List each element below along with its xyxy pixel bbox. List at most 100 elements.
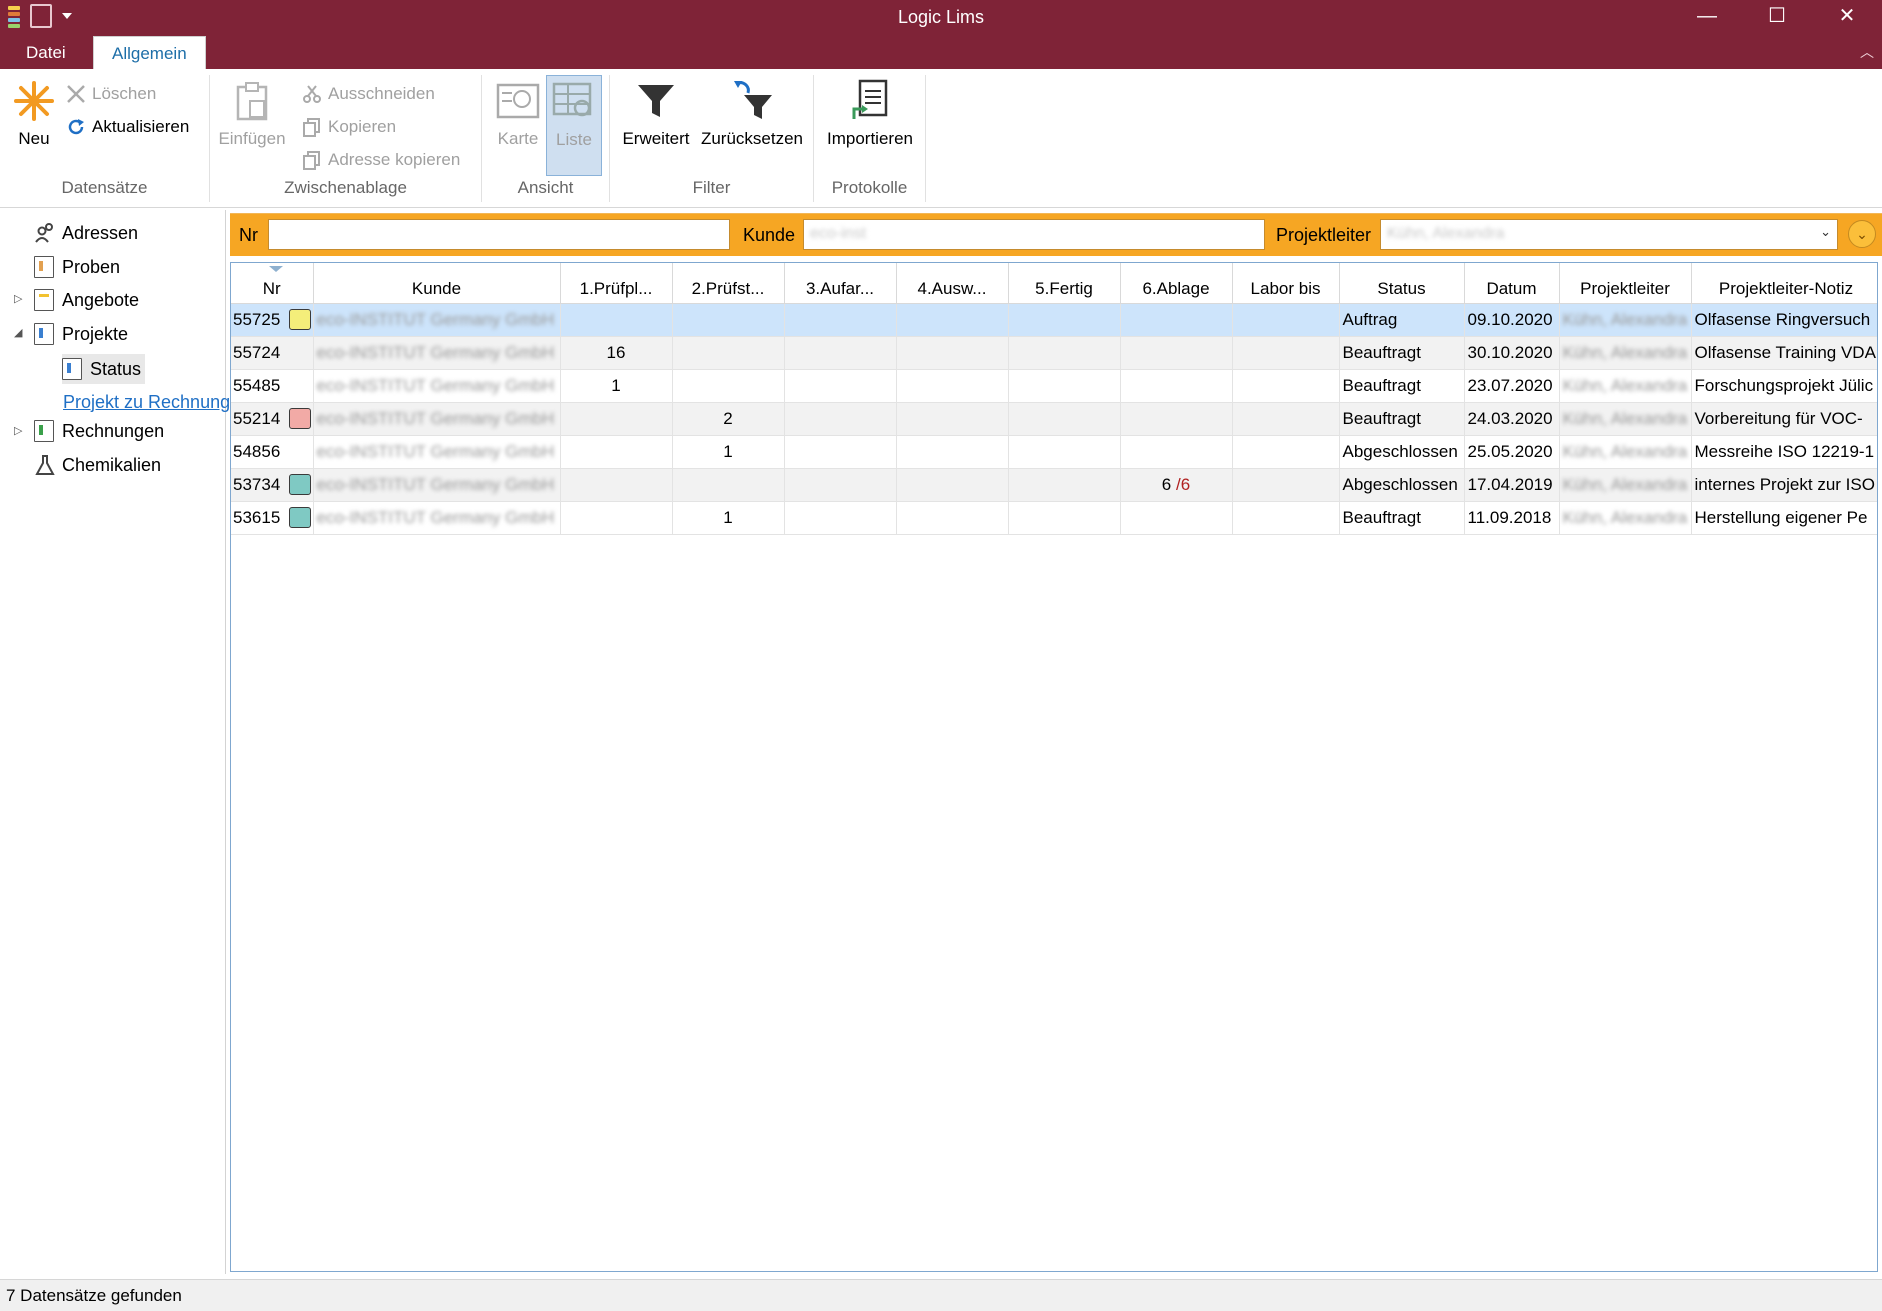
cell-auswertung[interactable] [896, 336, 1009, 370]
cell-pruefstart[interactable] [672, 336, 785, 370]
expand-angebote-icon[interactable]: ▷ [14, 292, 22, 305]
filter-nr-input[interactable] [268, 219, 730, 250]
cell-auswertung[interactable] [896, 435, 1009, 469]
cell-labor-bis[interactable] [1232, 336, 1340, 370]
cell-datum[interactable]: 09.10.2020 [1464, 303, 1560, 337]
loeschen-button[interactable]: Löschen [66, 80, 156, 108]
cell-nr[interactable]: 53734 [231, 468, 314, 502]
cell-fertig[interactable] [1008, 336, 1121, 370]
expand-filter-icon[interactable]: ⌄ [1848, 220, 1876, 248]
cell-projektleiter[interactable]: Kühn, Alexandra [1559, 336, 1692, 370]
cell-datum[interactable]: 25.05.2020 [1464, 435, 1560, 469]
cell-pruefplan[interactable] [560, 402, 673, 436]
cell-datum[interactable]: 11.09.2018 [1464, 501, 1560, 535]
column-header[interactable]: 3.Aufar... [784, 263, 897, 304]
nav-item-chemikalien[interactable]: Chemikalien [34, 450, 161, 480]
cell-notiz[interactable]: Olfasense Training VDA [1691, 336, 1877, 370]
cell-fertig[interactable] [1008, 303, 1121, 337]
column-header[interactable]: Kunde [313, 263, 561, 304]
cell-status[interactable]: Auftrag [1339, 303, 1465, 337]
cell-auswertung[interactable] [896, 468, 1009, 502]
table-row[interactable]: 55724 eco-INSTITUT Germany GmbH 16 Beauftr… [231, 336, 1877, 370]
nav-link-projekt-zu-rechnung[interactable]: Projekt zu Rechnung [63, 387, 230, 417]
cell-notiz[interactable]: Forschungsprojekt Jülic [1691, 369, 1877, 403]
cell-status[interactable]: Beauftragt [1339, 336, 1465, 370]
cell-pruefplan[interactable] [560, 303, 673, 337]
cell-kunde[interactable]: eco-INSTITUT Germany GmbH [313, 435, 561, 469]
cell-projektleiter[interactable]: Kühn, Alexandra [1559, 468, 1692, 502]
cell-nr[interactable]: 54856 [231, 435, 314, 469]
cell-kunde[interactable]: eco-INSTITUT Germany GmbH [313, 468, 561, 502]
cell-kunde[interactable]: eco-INSTITUT Germany GmbH [313, 402, 561, 436]
column-header[interactable]: Labor bis [1232, 263, 1340, 304]
column-header[interactable]: 5.Fertig [1008, 263, 1121, 304]
cell-pruefstart[interactable]: 2 [672, 402, 785, 436]
column-header[interactable]: 6.Ablage [1120, 263, 1233, 304]
ausschneiden-button[interactable]: Ausschneiden [302, 80, 435, 108]
table-row[interactable]: 55725 eco-INSTITUT Germany GmbH Auftrag 09… [231, 303, 1877, 337]
cell-projektleiter[interactable]: Kühn, Alexandra [1559, 402, 1692, 436]
cell-aufarbeitung[interactable] [784, 402, 897, 436]
liste-button[interactable]: Liste [546, 75, 602, 176]
cell-auswertung[interactable] [896, 369, 1009, 403]
cell-datum[interactable]: 23.07.2020 [1464, 369, 1560, 403]
cell-nr[interactable]: 53615 [231, 501, 314, 535]
cell-status[interactable]: Abgeschlossen [1339, 468, 1465, 502]
cell-fertig[interactable] [1008, 369, 1121, 403]
filter-kunde-input[interactable]: eco-inst [803, 219, 1265, 250]
cell-nr[interactable]: 55724 [231, 336, 314, 370]
chevron-down-icon[interactable]: ⌄ [1820, 224, 1831, 240]
nav-item-status[interactable]: Status [62, 354, 146, 384]
kopieren-button[interactable]: Kopieren [302, 113, 396, 141]
nav-item-rechnungen[interactable]: Rechnungen [34, 416, 164, 446]
karte-button[interactable]: Karte [492, 75, 544, 175]
cell-nr[interactable]: 55214 [231, 402, 314, 436]
cell-ablage[interactable]: 6 /6 [1120, 468, 1233, 502]
cell-aufarbeitung[interactable] [784, 303, 897, 337]
cell-kunde[interactable]: eco-INSTITUT Germany GmbH [313, 369, 561, 403]
erweitert-button[interactable]: Erweitert [620, 75, 692, 149]
cell-pruefplan[interactable]: 1 [560, 369, 673, 403]
column-header[interactable]: 1.Prüfpl... [560, 263, 673, 304]
cell-ablage[interactable] [1120, 336, 1233, 370]
cell-notiz[interactable]: Messreihe ISO 12219-1 [1691, 435, 1877, 469]
cell-fertig[interactable] [1008, 501, 1121, 535]
cell-pruefplan[interactable]: 16 [560, 336, 673, 370]
cell-labor-bis[interactable] [1232, 303, 1340, 337]
cell-pruefplan[interactable] [560, 435, 673, 469]
column-header[interactable]: 2.Prüfst... [672, 263, 785, 304]
cell-labor-bis[interactable] [1232, 369, 1340, 403]
minimize-button[interactable]: — [1672, 0, 1742, 36]
column-header[interactable]: Projektleiter-Notiz [1691, 263, 1877, 304]
cell-aufarbeitung[interactable] [784, 435, 897, 469]
column-header[interactable]: Projektleiter [1559, 263, 1692, 304]
cell-pruefplan[interactable] [560, 468, 673, 502]
cell-pruefstart[interactable]: 1 [672, 435, 785, 469]
nav-item-angebote[interactable]: Angebote [34, 285, 139, 315]
nav-item-projekte[interactable]: Projekte [34, 319, 128, 349]
cell-fertig[interactable] [1008, 435, 1121, 469]
cell-ablage[interactable] [1120, 435, 1233, 469]
cell-aufarbeitung[interactable] [784, 501, 897, 535]
nav-item-proben[interactable]: Proben [34, 252, 120, 282]
cell-fertig[interactable] [1008, 402, 1121, 436]
cell-kunde[interactable]: eco-INSTITUT Germany GmbH [313, 336, 561, 370]
table-row[interactable]: 53734 eco-INSTITUT Germany GmbH 6 /6 Abgesc… [231, 468, 1877, 502]
cell-fertig[interactable] [1008, 468, 1121, 502]
table-row[interactable]: 54856 eco-INSTITUT Germany GmbH 1 Abgeschl… [231, 435, 1877, 469]
cell-auswertung[interactable] [896, 303, 1009, 337]
cell-labor-bis[interactable] [1232, 501, 1340, 535]
cell-notiz[interactable]: Herstellung eigener Pe [1691, 501, 1877, 535]
cell-pruefstart[interactable]: 1 [672, 501, 785, 535]
cell-projektleiter[interactable]: Kühn, Alexandra [1559, 369, 1692, 403]
nav-item-adressen[interactable]: Adressen [34, 218, 138, 248]
zuruecksetzen-button[interactable]: Zurücksetzen [698, 75, 806, 149]
cell-notiz[interactable]: internes Projekt zur ISO [1691, 468, 1877, 502]
cell-status[interactable]: Beauftragt [1339, 402, 1465, 436]
table-row[interactable]: 53615 eco-INSTITUT Germany GmbH 1 Beauftra… [231, 501, 1877, 535]
ribbon-collapse-icon[interactable]: ︿ [1860, 42, 1874, 62]
cell-notiz[interactable]: Vorbereitung für VOC- [1691, 402, 1877, 436]
table-row[interactable]: 55485 eco-INSTITUT Germany GmbH 1 Beauftra… [231, 369, 1877, 403]
column-header[interactable]: 4.Ausw... [896, 263, 1009, 304]
collapse-projekte-icon[interactable]: ◢ [14, 326, 22, 339]
